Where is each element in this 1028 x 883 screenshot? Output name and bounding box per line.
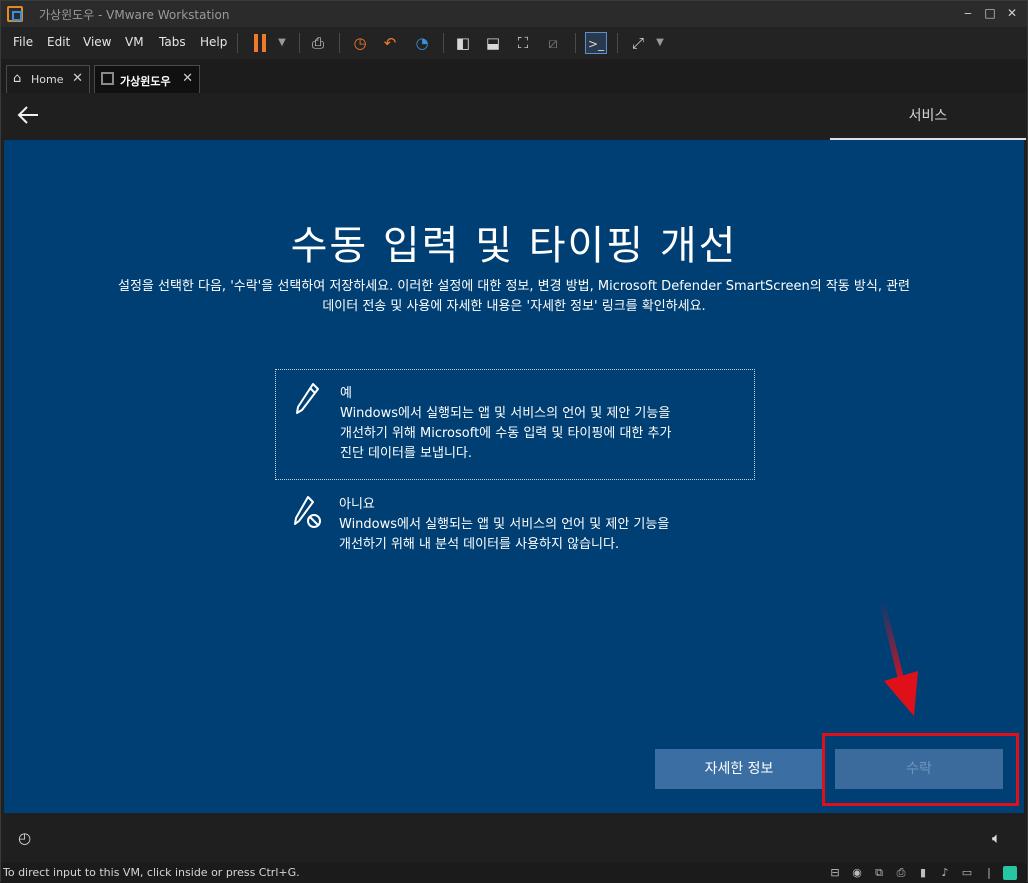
option-body-line: 개선하기 위해 내 분석 데이터를 사용하지 않습니다. bbox=[339, 537, 620, 552]
chevron-down-icon[interactable]: ▼ bbox=[271, 32, 293, 54]
vmware-window: 가상윈도우 - VMware Workstation ‒ □ ✕ File Ed… bbox=[0, 0, 1028, 883]
tab-home[interactable]: ⌂ Home ✕ bbox=[6, 65, 90, 93]
usb-icon[interactable]: ▮ bbox=[915, 865, 931, 881]
option-body-line: Windows에서 실행되는 앱 및 서비스의 언어 및 제안 기능을 bbox=[340, 406, 671, 421]
device-icons: ⊟ ◉ ⧉ ⎙ ▮ ♪ ▭ | bbox=[827, 865, 1017, 881]
oobe-footer: ◴ 🔈︎ bbox=[4, 813, 1024, 863]
home-icon: ⌂ bbox=[13, 71, 22, 86]
menu-toolbar: File Edit View VM Tabs Help ▼ ⎙ ◷ ↶ ◔ ◧ … bbox=[1, 27, 1027, 59]
menu-edit[interactable]: Edit bbox=[47, 35, 70, 49]
close-tab-icon[interactable]: ✕ bbox=[182, 71, 193, 86]
window-title: 가상윈도우 - VMware Workstation bbox=[39, 8, 230, 22]
status-bar: To direct input to this VM, click inside… bbox=[1, 863, 1027, 883]
tab-home-label: Home bbox=[31, 73, 64, 86]
printer-icon[interactable]: ⎙ bbox=[893, 865, 909, 881]
thumbnail-bar-icon[interactable]: ⬓ bbox=[482, 32, 504, 54]
chevron-down-icon[interactable]: ▼ bbox=[649, 32, 671, 54]
snapshot-manager-icon[interactable]: ◔ bbox=[411, 32, 433, 54]
option-body-line: Windows에서 실행되는 앱 및 서비스의 언어 및 제안 기능을 bbox=[339, 517, 670, 532]
vmware-app-icon bbox=[7, 6, 23, 22]
maximize-button[interactable]: □ bbox=[979, 3, 1001, 23]
display-icon[interactable]: ▭ bbox=[959, 865, 975, 881]
tab-virtual-windows[interactable]: 가상윈도우 ✕ bbox=[94, 65, 200, 93]
minimize-button[interactable]: ‒ bbox=[957, 3, 979, 23]
unity-icon[interactable]: ⧄ bbox=[542, 32, 564, 54]
menu-help[interactable]: Help bbox=[200, 35, 227, 49]
toolbar-separator bbox=[575, 33, 576, 53]
network-icon[interactable]: ⧉ bbox=[871, 865, 887, 881]
accessibility-icon[interactable]: ◴ bbox=[18, 829, 31, 847]
cd-dvd-icon[interactable]: ◉ bbox=[849, 865, 865, 881]
option-no-text: 아니요 Windows에서 실행되는 앱 및 서비스의 언어 및 제안 기능을 … bbox=[339, 495, 749, 555]
option-title: 아니요 bbox=[339, 497, 375, 512]
toolbar-separator bbox=[617, 33, 618, 53]
option-title: 예 bbox=[340, 386, 352, 401]
stretch-guest-icon[interactable]: ⤢ bbox=[627, 32, 649, 54]
toolbar-separator bbox=[443, 33, 444, 53]
option-yes[interactable]: 예 Windows에서 실행되는 앱 및 서비스의 언어 및 제안 기능을 개선… bbox=[275, 369, 755, 480]
sound-card-icon[interactable]: ♪ bbox=[937, 865, 953, 881]
send-ctrl-alt-del-icon[interactable]: ⎙ bbox=[307, 32, 329, 54]
menu-vm[interactable]: VM bbox=[125, 35, 144, 49]
close-button[interactable]: ✕ bbox=[1001, 3, 1023, 23]
title-bar: 가상윈도우 - VMware Workstation ‒ □ ✕ bbox=[1, 1, 1027, 27]
window-controls: ‒ □ ✕ bbox=[957, 3, 1023, 23]
full-screen-icon[interactable]: ⛶ bbox=[512, 32, 534, 54]
page-title: 수동 입력 및 타이핑 개선 bbox=[290, 223, 738, 269]
back-arrow-icon[interactable] bbox=[16, 103, 42, 129]
status-text: To direct input to this VM, click inside… bbox=[3, 866, 300, 879]
snapshot-icon[interactable]: ◷ bbox=[349, 32, 371, 54]
annotation-arrow bbox=[874, 600, 924, 725]
vm-display[interactable]: 서비스 수동 입력 및 타이핑 개선 설정을 선택한 다음, '수락'을 선택하… bbox=[4, 93, 1026, 863]
vm-icon bbox=[101, 72, 114, 85]
section-label: 서비스 bbox=[830, 93, 1026, 140]
description-line: 데이터 전송 및 사용에 자세한 내용은 '자세한 정보' 링크를 확인하세요. bbox=[322, 299, 706, 314]
separator: | bbox=[987, 866, 991, 879]
menu-file[interactable]: File bbox=[13, 35, 33, 49]
learn-more-button[interactable]: 자세한 정보 bbox=[655, 749, 823, 789]
description-line: 설정을 선택한 다음, '수락'을 선택하여 저장하세요. 이러한 설정에 대한… bbox=[117, 279, 910, 294]
hard-disk-icon[interactable]: ⊟ bbox=[827, 865, 843, 881]
option-no[interactable]: 아니요 Windows에서 실행되는 앱 및 서비스의 언어 및 제안 기능을 … bbox=[275, 485, 755, 565]
tab-bar: ⌂ Home ✕ 가상윈도우 ✕ bbox=[1, 59, 1027, 93]
highlight-box bbox=[822, 733, 1019, 806]
toolbar-separator bbox=[299, 33, 300, 53]
toolbar-separator bbox=[339, 33, 340, 53]
option-body-line: 진단 데이터를 보냅니다. bbox=[340, 446, 472, 461]
menu-tabs[interactable]: Tabs bbox=[159, 35, 186, 49]
revert-snapshot-icon[interactable]: ↶ bbox=[379, 32, 401, 54]
console-view-icon[interactable]: >_ bbox=[585, 32, 607, 54]
option-body-line: 개선하기 위해 Microsoft에 수동 입력 및 타이핑에 대한 추가 bbox=[340, 426, 672, 441]
toolbar-separator bbox=[237, 33, 238, 53]
pen-off-icon bbox=[293, 495, 321, 528]
option-yes-text: 예 Windows에서 실행되는 앱 및 서비스의 언어 및 제안 기능을 개선… bbox=[340, 384, 750, 464]
page-description: 설정을 선택한 다음, '수락'을 선택하여 저장하세요. 이러한 설정에 대한… bbox=[44, 277, 984, 317]
library-icon[interactable]: ◧ bbox=[452, 32, 474, 54]
oobe-header: 서비스 bbox=[4, 93, 1026, 140]
close-tab-icon[interactable]: ✕ bbox=[72, 71, 83, 86]
volume-icon[interactable]: 🔈︎ bbox=[992, 829, 1001, 847]
pause-icon[interactable] bbox=[253, 34, 267, 52]
menu-view[interactable]: View bbox=[83, 35, 111, 49]
tab-vm-label: 가상윈도우 bbox=[120, 75, 171, 88]
message-log-icon[interactable] bbox=[1003, 866, 1017, 880]
pen-icon bbox=[294, 382, 320, 414]
